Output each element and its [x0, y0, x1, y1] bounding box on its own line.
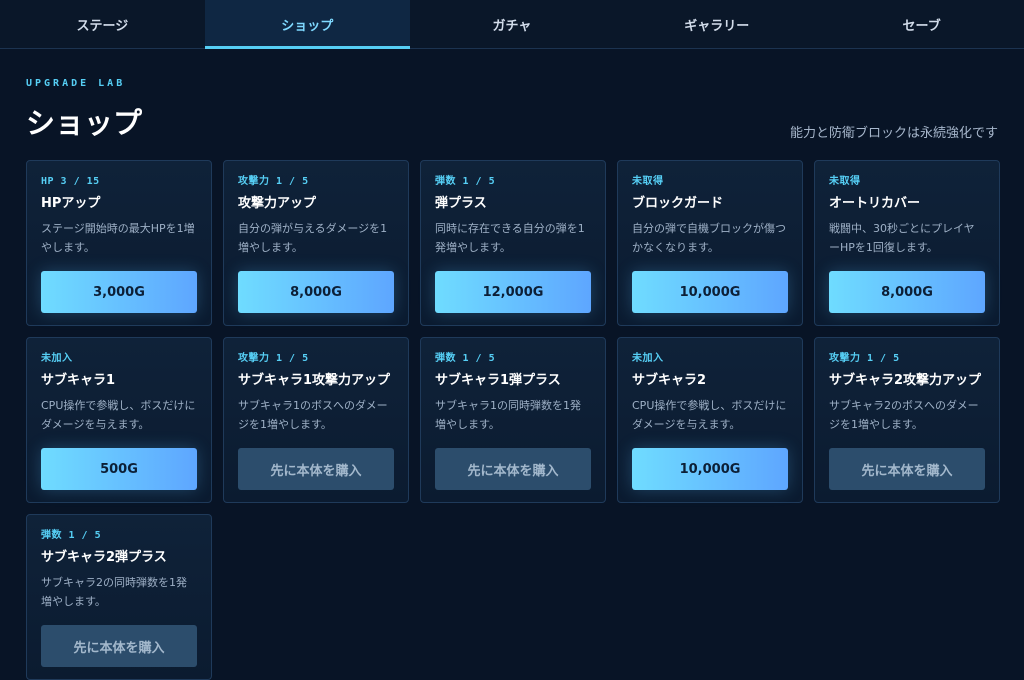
shop-item-grid: HP 3 / 15 HPアップ ステージ開始時の最大HPを1増やします。 3,0… — [26, 160, 1000, 680]
item-level-badge: 攻撃力 1 / 5 — [238, 176, 309, 187]
item-level-badge: 未取得 — [829, 176, 861, 187]
shop-item-card: HP 3 / 15 HPアップ ステージ開始時の最大HPを1増やします。 3,0… — [26, 160, 212, 326]
item-name: サブキャラ2弾プラス — [41, 550, 167, 565]
item-description: ステージ開始時の最大HPを1増やします。 — [41, 222, 195, 254]
buy-button[interactable]: 10,000G — [632, 448, 788, 490]
item-name: HPアップ — [41, 196, 101, 211]
item-description: サブキャラ2の同時弾数を1発増やします。 — [41, 576, 187, 608]
shop-item-card: 弾数 1 / 5 サブキャラ1弾プラス サブキャラ1の同時弾数を1発増やします。… — [420, 337, 606, 503]
item-level-badge: 攻撃力 1 / 5 — [829, 353, 900, 364]
item-name: サブキャラ1弾プラス — [435, 373, 561, 388]
section-eyebrow: UPGRADE LAB — [26, 78, 126, 89]
item-level-badge: 弾数 1 / 5 — [41, 530, 102, 541]
buy-button[interactable]: 3,000G — [41, 271, 197, 313]
item-name: サブキャラ1 — [41, 373, 116, 388]
tab-save[interactable]: セーブ — [819, 0, 1024, 48]
shop-item-card: 弾数 1 / 5 弾プラス 同時に存在できる自分の弾を1発増やします。 12,0… — [420, 160, 606, 326]
item-name: 弾プラス — [435, 196, 487, 211]
shop-item-card: 未加入 サブキャラ2 CPU操作で参戦し、ボスだけにダメージを与えます。 10,… — [617, 337, 803, 503]
shop-item-card: 弾数 1 / 5 サブキャラ2弾プラス サブキャラ2の同時弾数を1発増やします。… — [26, 514, 212, 680]
tab-bar: ステージ ショップ ガチャ ギャラリー セーブ — [0, 0, 1024, 49]
locked-purchase-button[interactable]: 先に本体を購入 — [435, 448, 591, 490]
item-name: オートリカバー — [829, 196, 921, 211]
shop-item-card: 攻撃力 1 / 5 攻撃力アップ 自分の弾が与えるダメージを1増やします。 8,… — [223, 160, 409, 326]
item-level-badge: 弾数 1 / 5 — [435, 176, 496, 187]
item-level-badge: 弾数 1 / 5 — [435, 353, 496, 364]
buy-button[interactable]: 12,000G — [435, 271, 591, 313]
tab-gallery[interactable]: ギャラリー — [614, 0, 819, 48]
item-name: サブキャラ2 — [632, 373, 707, 388]
tab-shop[interactable]: ショップ — [204, 0, 410, 49]
item-description: 自分の弾が与えるダメージを1増やします。 — [238, 222, 388, 254]
tab-gacha[interactable]: ガチャ — [410, 0, 615, 48]
buy-button[interactable]: 8,000G — [829, 271, 985, 313]
shop-item-card: 未取得 オートリカバー 戦闘中、30秒ごとにプレイヤーHPを1回復します。 8,… — [814, 160, 1000, 326]
item-description: サブキャラ1の同時弾数を1発増やします。 — [435, 399, 581, 431]
shop-item-card: 攻撃力 1 / 5 サブキャラ2攻撃力アップ サブキャラ2のボスへのダメージを1… — [814, 337, 1000, 503]
item-level-badge: 攻撃力 1 / 5 — [238, 353, 309, 364]
item-description: CPU操作で参戦し、ボスだけにダメージを与えます。 — [41, 399, 196, 431]
page-title: ショップ — [26, 106, 143, 140]
item-description: サブキャラ2のボスへのダメージを1増やします。 — [829, 399, 979, 431]
shop-item-card: 攻撃力 1 / 5 サブキャラ1攻撃力アップ サブキャラ1のボスへのダメージを1… — [223, 337, 409, 503]
shop-item-card: 未加入 サブキャラ1 CPU操作で参戦し、ボスだけにダメージを与えます。 500… — [26, 337, 212, 503]
item-level-badge: 未加入 — [41, 353, 73, 364]
item-name: 攻撃力アップ — [238, 196, 317, 211]
locked-purchase-button[interactable]: 先に本体を購入 — [41, 625, 197, 667]
buy-button[interactable]: 8,000G — [238, 271, 394, 313]
page-subtitle: 能力と防衛ブロックは永続強化です — [789, 126, 998, 141]
item-name: サブキャラ2攻撃力アップ — [829, 373, 982, 388]
item-description: 戦闘中、30秒ごとにプレイヤーHPを1回復します。 — [829, 222, 975, 254]
locked-purchase-button[interactable]: 先に本体を購入 — [829, 448, 985, 490]
item-name: ブロックガード — [632, 196, 724, 211]
shop-item-card: 未取得 ブロックガード 自分の弾で自機ブロックが傷つかなくなります。 10,00… — [617, 160, 803, 326]
item-level-badge: 未取得 — [632, 176, 664, 187]
buy-button[interactable]: 10,000G — [632, 271, 788, 313]
item-level-badge: HP 3 / 15 — [41, 176, 100, 187]
item-description: サブキャラ1のボスへのダメージを1増やします。 — [238, 399, 388, 431]
item-level-badge: 未加入 — [632, 353, 664, 364]
item-description: CPU操作で参戦し、ボスだけにダメージを与えます。 — [632, 399, 787, 431]
item-description: 自分の弾で自機ブロックが傷つかなくなります。 — [632, 222, 786, 254]
buy-button[interactable]: 500G — [41, 448, 197, 490]
item-name: サブキャラ1攻撃力アップ — [238, 373, 391, 388]
tab-stage[interactable]: ステージ — [0, 0, 205, 48]
item-description: 同時に存在できる自分の弾を1発増やします。 — [435, 222, 585, 254]
locked-purchase-button[interactable]: 先に本体を購入 — [238, 448, 394, 490]
